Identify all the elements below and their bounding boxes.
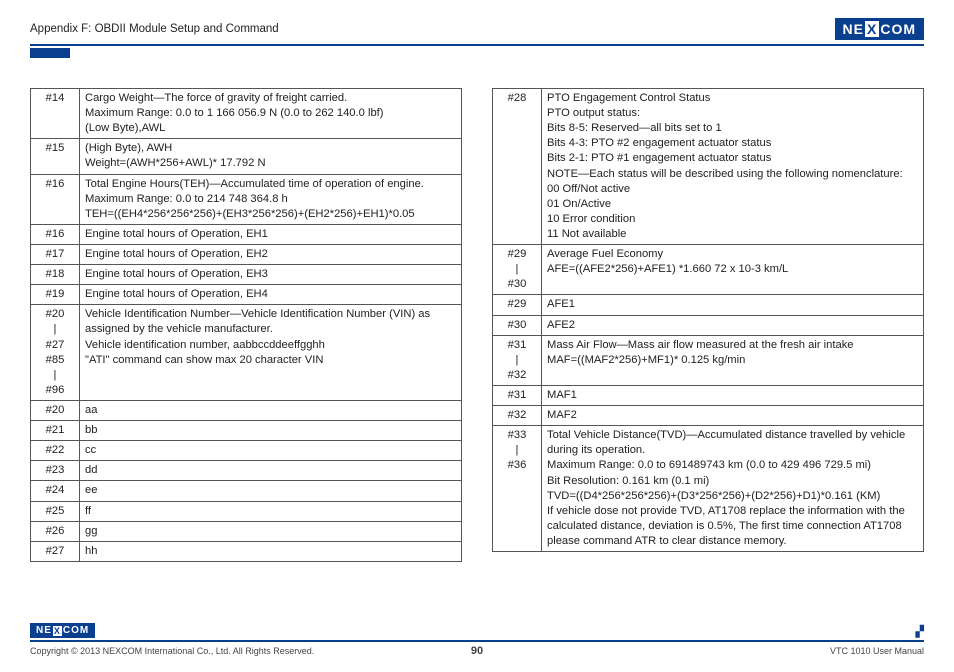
row-desc: Total Vehicle Distance(TVD)—Accumulated …: [542, 426, 924, 552]
header-title: Appendix F: OBDII Module Setup and Comma…: [30, 23, 279, 35]
table-row: #19Engine total hours of Operation, EH4: [31, 285, 462, 305]
row-index: #29 | #30: [493, 245, 542, 295]
row-desc: MAF2: [542, 406, 924, 426]
row-index: #20 | #27 #85 | #96: [31, 305, 80, 401]
table-row: #29AFE1: [493, 295, 924, 315]
row-index: #27: [31, 541, 80, 561]
row-index: #14: [31, 89, 80, 139]
left-column: #14Cargo Weight—The force of gravity of …: [30, 88, 462, 562]
row-desc: (High Byte), AWH Weight=(AWH*256+AWL)* 1…: [80, 139, 462, 174]
footer-square-icon: ▞: [916, 625, 924, 638]
content-columns: #14Cargo Weight—The force of gravity of …: [30, 88, 924, 562]
right-table: #28PTO Engagement Control Status PTO out…: [492, 88, 924, 552]
row-desc: Engine total hours of Operation, EH3: [80, 265, 462, 285]
table-row: #20 | #27 #85 | #96Vehicle Identificatio…: [31, 305, 462, 401]
row-desc: aa: [80, 400, 462, 420]
row-index: #30: [493, 315, 542, 335]
row-index: #16: [31, 174, 80, 224]
table-row: #15(High Byte), AWH Weight=(AWH*256+AWL)…: [31, 139, 462, 174]
row-desc: AFE1: [542, 295, 924, 315]
brand-logo: NEXCOM: [835, 18, 924, 40]
row-desc: gg: [80, 521, 462, 541]
row-index: #18: [31, 265, 80, 285]
table-row: #16Engine total hours of Operation, EH1: [31, 224, 462, 244]
row-index: #20: [31, 400, 80, 420]
table-row: #25ff: [31, 501, 462, 521]
table-row: #28PTO Engagement Control Status PTO out…: [493, 89, 924, 245]
row-index: #21: [31, 421, 80, 441]
row-index: #31 | #32: [493, 335, 542, 385]
table-row: #17Engine total hours of Operation, EH2: [31, 244, 462, 264]
row-index: #23: [31, 461, 80, 481]
manual-name: VTC 1010 User Manual: [830, 646, 924, 656]
row-desc: Vehicle Identification Number—Vehicle Id…: [80, 305, 462, 401]
row-index: #31: [493, 385, 542, 405]
table-row: #23dd: [31, 461, 462, 481]
right-column: #28PTO Engagement Control Status PTO out…: [492, 88, 924, 562]
row-desc: ee: [80, 481, 462, 501]
blue-tab: [30, 48, 70, 58]
row-desc: Average Fuel Economy AFE=((AFE2*256)+AFE…: [542, 245, 924, 295]
left-table: #14Cargo Weight—The force of gravity of …: [30, 88, 462, 562]
row-index: #19: [31, 285, 80, 305]
table-row: #30AFE2: [493, 315, 924, 335]
row-index: #17: [31, 244, 80, 264]
table-row: #18Engine total hours of Operation, EH3: [31, 265, 462, 285]
table-row: #20aa: [31, 400, 462, 420]
table-row: #33 | #36Total Vehicle Distance(TVD)—Acc…: [493, 426, 924, 552]
row-desc: MAF1: [542, 385, 924, 405]
row-desc: Mass Air Flow—Mass air flow measured at …: [542, 335, 924, 385]
row-desc: Total Engine Hours(TEH)—Accumulated time…: [80, 174, 462, 224]
row-index: #25: [31, 501, 80, 521]
table-row: #16Total Engine Hours(TEH)—Accumulated t…: [31, 174, 462, 224]
row-desc: Engine total hours of Operation, EH1: [80, 224, 462, 244]
footer: NEXCOM ▞ Copyright © 2013 NEXCOM Interna…: [30, 623, 924, 656]
table-row: #31MAF1: [493, 385, 924, 405]
row-index: #24: [31, 481, 80, 501]
table-row: #26gg: [31, 521, 462, 541]
row-desc: dd: [80, 461, 462, 481]
table-row: #22cc: [31, 441, 462, 461]
row-index: #15: [31, 139, 80, 174]
row-desc: bb: [80, 421, 462, 441]
table-row: #29 | #30Average Fuel Economy AFE=((AFE2…: [493, 245, 924, 295]
table-row: #27hh: [31, 541, 462, 561]
row-index: #22: [31, 441, 80, 461]
row-desc: AFE2: [542, 315, 924, 335]
copyright-text: Copyright © 2013 NEXCOM International Co…: [30, 646, 314, 656]
row-index: #16: [31, 224, 80, 244]
header: Appendix F: OBDII Module Setup and Comma…: [30, 18, 924, 46]
row-desc: Engine total hours of Operation, EH2: [80, 244, 462, 264]
table-row: #24ee: [31, 481, 462, 501]
page-number: 90: [471, 645, 483, 657]
row-index: #29: [493, 295, 542, 315]
row-index: #33 | #36: [493, 426, 542, 552]
row-index: #32: [493, 406, 542, 426]
row-index: #26: [31, 521, 80, 541]
table-row: #31 | #32Mass Air Flow—Mass air flow mea…: [493, 335, 924, 385]
row-desc: PTO Engagement Control Status PTO output…: [542, 89, 924, 245]
row-desc: hh: [80, 541, 462, 561]
row-index: #28: [493, 89, 542, 245]
table-row: #21bb: [31, 421, 462, 441]
row-desc: cc: [80, 441, 462, 461]
footer-logo: NEXCOM: [30, 623, 95, 638]
row-desc: Cargo Weight—The force of gravity of fre…: [80, 89, 462, 139]
row-desc: Engine total hours of Operation, EH4: [80, 285, 462, 305]
table-row: #32MAF2: [493, 406, 924, 426]
table-row: #14Cargo Weight—The force of gravity of …: [31, 89, 462, 139]
row-desc: ff: [80, 501, 462, 521]
